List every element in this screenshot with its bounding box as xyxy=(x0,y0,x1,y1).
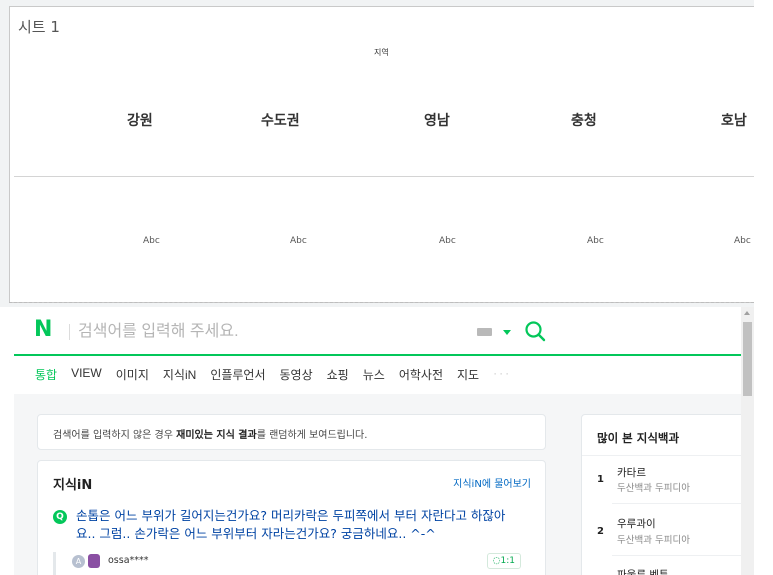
divider xyxy=(612,555,742,556)
more-tabs-button[interactable]: ··· xyxy=(493,366,511,383)
kin-question-link[interactable]: 손톱은 어느 부위가 길어지는건가요? 머리카락은 두피쪽에서 부터 자란다고 … xyxy=(76,507,516,543)
question-icon: Q xyxy=(53,510,67,524)
divider xyxy=(582,455,742,456)
kin-ask-link[interactable]: 지식iN에 물어보기 xyxy=(453,475,531,490)
cell-text[interactable]: Abc xyxy=(439,236,456,246)
kin-title: 지식iN xyxy=(53,478,93,493)
tab-shopping[interactable]: 쇼핑 xyxy=(327,366,349,383)
row-divider xyxy=(14,176,754,177)
logo-separator xyxy=(69,324,70,340)
search-tabs: 통합 VIEW 이미지 지식iN 인플루언서 동영상 쇼핑 뉴스 어학사전 지도… xyxy=(35,366,525,383)
answer-user[interactable]: ossa**** xyxy=(108,555,149,566)
popular-item-title[interactable]: 파울루 벤투 xyxy=(617,567,669,575)
region-header[interactable]: 수도권 xyxy=(261,110,300,130)
kin-card: 지식iN 지식iN에 물어보기 Q 손톱은 어느 부위가 길어지는건가요? 머리… xyxy=(37,460,546,575)
tab-kin[interactable]: 지식iN xyxy=(163,366,196,383)
reply-count-badge[interactable]: ◌1:1 xyxy=(486,553,521,569)
rank-number: 2 xyxy=(597,526,604,537)
scroll-up-arrow[interactable] xyxy=(744,311,750,315)
tab-view[interactable]: VIEW xyxy=(71,366,102,383)
web-object[interactable]: N 통합 VIEW 이미지 지식iN 인플루언서 동영상 쇼핑 뉴스 어학사전 … xyxy=(14,307,742,575)
cell-text[interactable]: Abc xyxy=(290,236,307,246)
tab-map[interactable]: 지도 xyxy=(457,366,479,383)
notice-bold: 재미있는 지식 결과 xyxy=(176,430,257,441)
popular-title: 많이 본 지식백과 xyxy=(597,431,680,445)
popular-item-source: 두산백과 두피디아 xyxy=(617,483,690,494)
search-icon[interactable] xyxy=(523,319,547,343)
divider xyxy=(612,503,742,504)
search-header: N 통합 VIEW 이미지 지식iN 인플루언서 동영상 쇼핑 뉴스 어학사전 … xyxy=(14,307,742,394)
naver-logo[interactable]: N xyxy=(34,317,52,342)
notice-prefix: 검색어를 입력하지 않은 경우 xyxy=(53,430,177,441)
search-input[interactable] xyxy=(78,317,468,347)
search-underline xyxy=(14,354,742,356)
keyboard-icon[interactable] xyxy=(477,328,492,336)
column-header: 지역 xyxy=(374,48,389,57)
web-left-margin xyxy=(0,307,14,575)
cell-text[interactable]: Abc xyxy=(587,236,604,246)
popular-item-title[interactable]: 우루과이 xyxy=(617,516,656,531)
sheet-title: 시트 1 xyxy=(18,18,60,36)
avatar: A xyxy=(72,555,85,568)
sheet-boundary xyxy=(9,302,759,303)
region-header[interactable]: 영남 xyxy=(424,110,450,130)
tab-influencer[interactable]: 인플루언서 xyxy=(210,366,265,383)
badge-icon xyxy=(88,554,100,568)
region-header[interactable]: 강원 xyxy=(127,110,153,130)
chat-icon: ◌ xyxy=(492,556,501,566)
popular-card: 많이 본 지식백과 1 카타르 두산백과 두피디아 2 우루과이 두산백과 두피… xyxy=(581,414,742,575)
chevron-down-icon[interactable] xyxy=(503,330,511,335)
popular-item-title[interactable]: 카타르 xyxy=(617,465,646,480)
random-notice: 검색어를 입력하지 않은 경우 재미있는 지식 결과를 랜덤하게 보여드립니다. xyxy=(37,414,546,450)
popular-item-source: 두산백과 두피디아 xyxy=(617,535,690,546)
rank-number: 1 xyxy=(597,474,604,485)
region-header[interactable]: 충청 xyxy=(571,110,597,130)
tab-images[interactable]: 이미지 xyxy=(116,366,149,383)
tab-news[interactable]: 뉴스 xyxy=(363,366,385,383)
right-margin xyxy=(754,0,773,575)
sheet-panel: 시트 1 지역 강원 수도권 영남 충청 호남 Abc Abc Abc Abc … xyxy=(9,6,759,303)
tab-video[interactable]: 동영상 xyxy=(280,366,313,383)
tab-all[interactable]: 통합 xyxy=(35,366,57,383)
cell-text[interactable]: Abc xyxy=(143,236,160,246)
kin-answer: A ossa**** ◌1:1 xyxy=(53,552,533,575)
reply-count: 1:1 xyxy=(500,556,515,566)
notice-suffix: 를 랜덤하게 보여드립니다. xyxy=(256,430,368,441)
cell-text[interactable]: Abc xyxy=(734,236,751,246)
tab-dictionary[interactable]: 어학사전 xyxy=(399,366,443,383)
region-header[interactable]: 호남 xyxy=(721,110,747,130)
scrollbar-thumb[interactable] xyxy=(743,322,752,396)
